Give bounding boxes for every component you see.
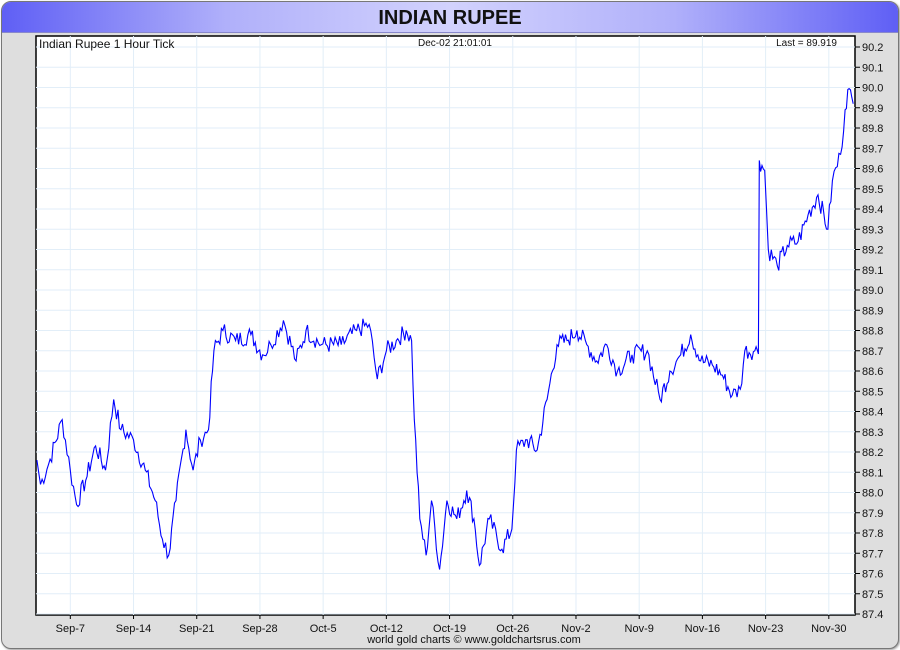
y-tick-label: 87.5 bbox=[862, 589, 883, 601]
x-tick-label: Nov-9 bbox=[625, 623, 654, 635]
y-tick-label: 89.7 bbox=[862, 143, 883, 155]
x-tick-label: Sep-21 bbox=[179, 623, 214, 635]
y-tick-label: 88.4 bbox=[862, 407, 883, 419]
plot-area bbox=[35, 35, 856, 616]
chart: 87.4 87.5 87.6 87.7 87.8 87.9 88.0 88.1 88.2 88.3… bbox=[35, 35, 883, 646]
x-tick-label: Nov-30 bbox=[811, 623, 846, 635]
y-tick-label: 88.2 bbox=[862, 447, 883, 459]
footer-credit: world gold charts © www.goldchartsrus.co… bbox=[366, 634, 581, 646]
x-axis: Sep-7 Sep-14 Sep-21 Sep-28 Oct-5 Oct-12 Oct-19… bbox=[56, 615, 847, 635]
y-axis: 87.4 87.5 87.6 87.7 87.8 87.9 88.0 88.1 88.2 88.3… bbox=[855, 42, 883, 621]
y-tick-label: 87.4 bbox=[862, 609, 883, 621]
y-tick-label: 88.9 bbox=[862, 305, 883, 317]
y-tick-label: 88.1 bbox=[862, 467, 883, 479]
y-tick-label: 89.4 bbox=[862, 204, 883, 216]
y-tick-label: 89.0 bbox=[862, 285, 883, 297]
x-tick-label: Sep-14 bbox=[116, 623, 151, 635]
x-tick-label: Sep-28 bbox=[242, 623, 277, 635]
y-tick-label: 89.6 bbox=[862, 164, 883, 176]
y-tick-label: 87.6 bbox=[862, 569, 883, 581]
y-tick-label: 90.2 bbox=[862, 42, 883, 54]
y-tick-label: 87.9 bbox=[862, 508, 883, 520]
y-tick-label: 90.1 bbox=[862, 62, 883, 74]
y-tick-label: 89.3 bbox=[862, 224, 883, 236]
chart-timestamp: Dec-02 21:01:01 bbox=[418, 38, 492, 49]
y-tick-label: 88.0 bbox=[862, 488, 883, 500]
x-tick-label: Nov-23 bbox=[748, 623, 783, 635]
y-tick-label: 89.2 bbox=[862, 245, 883, 257]
y-tick-label: 87.7 bbox=[862, 548, 883, 560]
last-value-label: Last = 89.919 bbox=[776, 38, 837, 49]
y-tick-label: 88.7 bbox=[862, 346, 883, 358]
y-tick-label: 87.8 bbox=[862, 528, 883, 540]
x-tick-label: Oct-5 bbox=[310, 623, 337, 635]
y-tick-label: 89.9 bbox=[862, 103, 883, 115]
y-tick-label: 88.8 bbox=[862, 326, 883, 338]
y-tick-label: 88.6 bbox=[862, 366, 883, 378]
y-tick-label: 88.5 bbox=[862, 386, 883, 398]
x-tick-label: Sep-7 bbox=[56, 623, 85, 635]
x-tick-label: Nov-16 bbox=[685, 623, 720, 635]
y-tick-label: 88.3 bbox=[862, 427, 883, 439]
y-tick-label: 89.5 bbox=[862, 184, 883, 196]
chart-subtitle: Indian Rupee 1 Hour Tick bbox=[39, 37, 175, 51]
y-tick-label: 90.0 bbox=[862, 83, 883, 95]
y-tick-label: 89.1 bbox=[862, 265, 883, 277]
y-tick-label: 89.8 bbox=[862, 123, 883, 135]
